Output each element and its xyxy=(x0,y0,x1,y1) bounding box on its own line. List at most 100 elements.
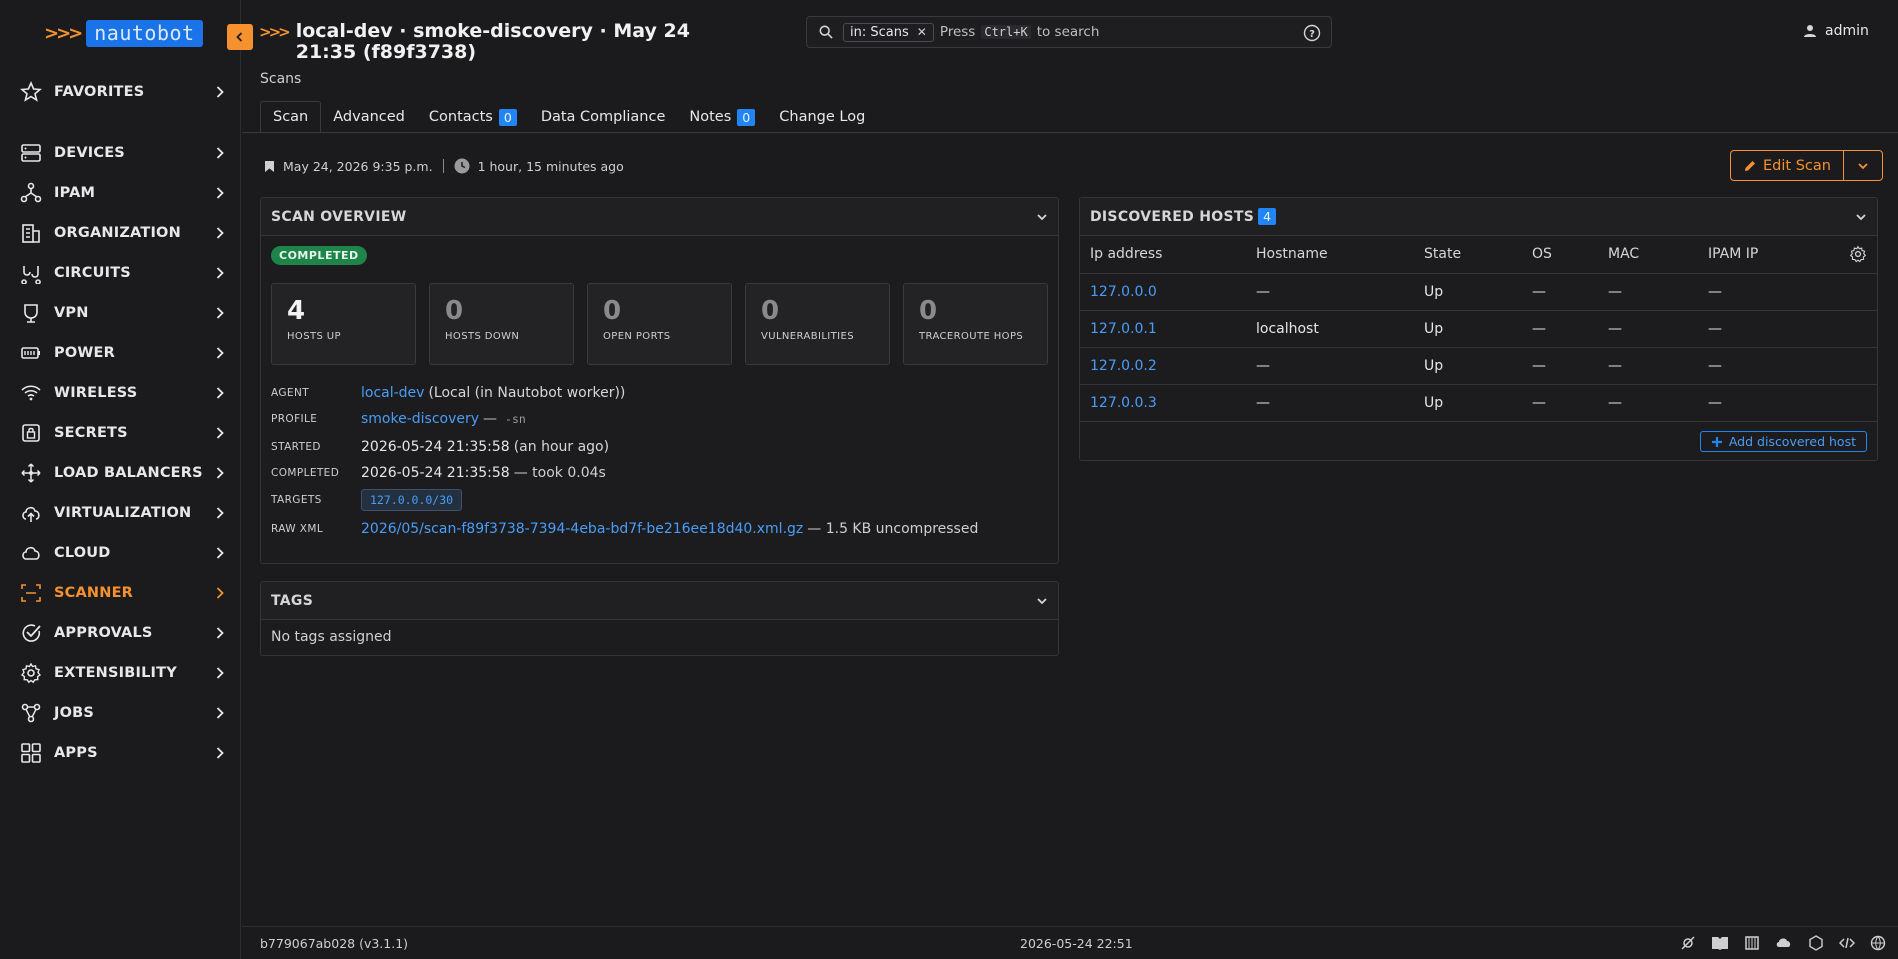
discovered-hosts-header[interactable]: DISCOVERED HOSTS 4 xyxy=(1080,198,1877,236)
close-icon[interactable]: ✕ xyxy=(917,25,927,39)
collapse-chevron-icon[interactable] xyxy=(1855,211,1867,223)
sidebar-item-secrets[interactable]: SECRETS xyxy=(18,418,226,448)
sidebar-item-approvals[interactable]: APPROVALS xyxy=(18,618,226,648)
chevron-right-icon xyxy=(214,707,226,719)
completed-row: COMPLETED 2026-05-24 21:35:58 — took 0.0… xyxy=(271,465,606,481)
sidebar-item-virtualization[interactable]: VIRTUALIZATION xyxy=(18,498,226,528)
hosts-count-badge: 4 xyxy=(1258,208,1277,225)
table-cell: Up xyxy=(1414,347,1522,385)
tags-header[interactable]: TAGS xyxy=(261,582,1058,620)
tab-scan[interactable]: Scan xyxy=(260,101,322,133)
sidebar-item-extensibility[interactable]: EXTENSIBILITY xyxy=(18,658,226,688)
stat-label: HOSTS UP xyxy=(287,331,341,342)
host-ip-link[interactable]: 127.0.0.1 xyxy=(1080,310,1246,348)
sidebar-item-power[interactable]: POWER xyxy=(18,338,226,368)
tab-label: Advanced xyxy=(333,109,405,125)
tab-bar: Scan Advanced Contacts 0 Data Compliance Note… xyxy=(260,101,877,133)
search-shortcut: Ctrl+K xyxy=(981,25,1031,39)
sidebar-item-load-balancers[interactable]: LOAD BALANCERS xyxy=(18,458,226,488)
column-header-ip-address[interactable]: Ip address xyxy=(1080,236,1246,274)
sidebar-item-vpn[interactable]: VPN xyxy=(18,298,226,328)
stat-card-vulnerabilities: 0 VULNERABILITIES xyxy=(745,283,890,365)
tab-label: Notes xyxy=(689,109,732,125)
sidebar-item-favorites[interactable]: FAVORITES xyxy=(18,77,226,107)
scan-overview-panel: SCAN OVERVIEW COMPLETED 4 HOSTS UP 0 HOSTS … xyxy=(260,197,1059,564)
column-header-os[interactable]: OS xyxy=(1522,236,1598,274)
edit-dropdown-button[interactable] xyxy=(1842,151,1882,180)
scan-icon xyxy=(18,580,44,606)
tab-label: Data Compliance xyxy=(540,109,666,125)
building-icon xyxy=(18,220,44,246)
sidebar-item-wireless[interactable]: WIRELESS xyxy=(18,378,226,408)
column-header-mac[interactable]: MAC xyxy=(1598,236,1698,274)
tab-change-log[interactable]: Change Log xyxy=(767,101,877,133)
search-hint-press: Press xyxy=(939,24,976,40)
tab-label: Contacts xyxy=(428,109,493,125)
edit-button-group: Edit Scan xyxy=(1730,150,1883,181)
collapse-chevron-icon[interactable] xyxy=(1036,595,1048,607)
breadcrumb[interactable]: Scans xyxy=(260,71,301,87)
globe-icon[interactable] xyxy=(1870,935,1886,951)
pencil-icon xyxy=(1745,160,1755,171)
sidebar-item-label: FAVORITES xyxy=(54,84,145,100)
host-ip-link[interactable]: 127.0.0.3 xyxy=(1080,384,1246,422)
nautobot-logo[interactable]: >>> nautobot xyxy=(44,20,203,47)
book-icon[interactable] xyxy=(1711,935,1729,951)
sidebar-item-devices[interactable]: DEVICES xyxy=(18,138,226,168)
graphql-icon[interactable] xyxy=(1808,935,1824,951)
api-icon[interactable] xyxy=(1744,935,1760,951)
host-ip-link[interactable]: 127.0.0.2 xyxy=(1080,347,1246,385)
table-header-row: Ip address Hostname State OS MAC IPAM IP xyxy=(1080,236,1877,274)
table-cell: — xyxy=(1246,273,1414,311)
tab-advanced[interactable]: Advanced xyxy=(321,101,417,133)
chevron-right-icon xyxy=(214,587,226,599)
user-menu[interactable]: admin xyxy=(1803,23,1869,39)
sidebar-item-scanner[interactable]: SCANNER xyxy=(18,578,226,608)
footer: b779067ab028 (v3.1.1) 2026-05-24 22:51 xyxy=(242,926,1898,959)
tab-contacts[interactable]: Contacts 0 xyxy=(417,101,529,133)
gear-icon xyxy=(18,660,44,686)
logo-chevrons: >>> xyxy=(44,23,83,44)
sidebar-collapse-button[interactable] xyxy=(227,24,253,50)
sidebar-item-jobs[interactable]: JOBS xyxy=(18,698,226,728)
table-row: 127.0.0.0— Up — — — xyxy=(1080,273,1877,311)
gear-icon[interactable] xyxy=(1849,245,1867,263)
grid-icon xyxy=(18,740,44,766)
profile-link[interactable]: smoke-discovery xyxy=(361,411,479,427)
footer-timestamp: 2026-05-24 22:51 xyxy=(1020,935,1133,951)
shield-icon xyxy=(18,300,44,326)
scan-overview-header[interactable]: SCAN OVERVIEW xyxy=(261,198,1058,236)
agent-link[interactable]: local-dev xyxy=(361,385,424,401)
column-header-hostname[interactable]: Hostname xyxy=(1246,236,1414,274)
sidebar-item-label: DEVICES xyxy=(54,145,125,161)
sidebar-item-circuits[interactable]: CIRCUITS xyxy=(18,258,226,288)
edit-scan-button[interactable]: Edit Scan xyxy=(1731,151,1843,180)
chevron-right-icon xyxy=(214,86,226,98)
stat-label: TRACEROUTE HOPS xyxy=(919,331,1024,342)
tab-data-compliance[interactable]: Data Compliance xyxy=(529,101,678,133)
sidebar-item-organization[interactable]: ORGANIZATION xyxy=(18,218,226,248)
collapse-chevron-icon[interactable] xyxy=(1036,211,1048,223)
balancer-icon xyxy=(18,460,44,486)
tab-notes[interactable]: Notes 0 xyxy=(677,101,767,133)
cloud-download-icon[interactable] xyxy=(1775,935,1793,951)
column-header-ipam-ip[interactable]: IPAM IP xyxy=(1698,236,1838,274)
search-input[interactable]: in: Scans ✕ Press Ctrl+K to search ? xyxy=(806,16,1332,48)
stat-label: VULNERABILITIES xyxy=(761,331,854,342)
profile-dash: — xyxy=(483,411,498,427)
raw-xml-link[interactable]: 2026/05/scan-f89f3738-7394-4eba-bd7f-be2… xyxy=(361,521,803,537)
title-chevrons: >>> xyxy=(259,23,291,41)
host-ip-link[interactable]: 127.0.0.0 xyxy=(1080,273,1246,311)
help-icon[interactable]: ? xyxy=(1303,24,1321,46)
sidebar-item-apps[interactable]: APPS xyxy=(18,738,226,768)
sidebar-item-ipam[interactable]: IPAM xyxy=(18,178,226,208)
column-header-state[interactable]: State xyxy=(1414,236,1522,274)
sidebar-item-cloud[interactable]: CLOUD xyxy=(18,538,226,568)
theme-toggle-icon[interactable] xyxy=(1680,935,1696,951)
code-icon[interactable] xyxy=(1839,935,1855,951)
add-discovered-host-button[interactable]: Add discovered host xyxy=(1699,431,1867,452)
stat-card-hosts-up: 4 HOSTS UP xyxy=(271,283,416,365)
search-scope-chip[interactable]: in: Scans ✕ xyxy=(843,22,934,42)
stat-value: 0 xyxy=(445,296,464,326)
jobs-icon xyxy=(18,700,44,726)
